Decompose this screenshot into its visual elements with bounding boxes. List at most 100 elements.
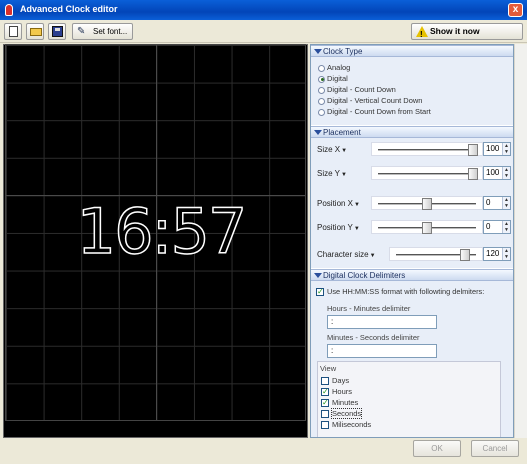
- view-title: View: [320, 364, 337, 373]
- hours-minutes-label: Hours - Minutes delimiter: [327, 304, 411, 313]
- size-y-value: 100: [486, 168, 500, 177]
- size-y-spinner[interactable]: 100 ▲ ▼: [483, 166, 511, 180]
- checkbox-label: Miliseconds: [332, 420, 372, 429]
- size-x-spinner[interactable]: 100 ▲ ▼: [483, 142, 511, 156]
- checkbox-seconds[interactable]: Seconds: [321, 408, 363, 419]
- radio-digital-count-down-from-start[interactable]: Digital - Count Down from Start: [318, 107, 431, 116]
- cancel-button[interactable]: Cancel: [471, 440, 519, 457]
- size-y-label[interactable]: Size Y▼: [317, 169, 347, 178]
- checkbox-miliseconds[interactable]: Miliseconds: [321, 420, 372, 430]
- slider-thumb[interactable]: [468, 168, 478, 180]
- clock-type-title: Clock Type: [323, 47, 363, 56]
- hours-minutes-input[interactable]: :: [327, 315, 437, 329]
- checkmark-icon: ✓: [321, 387, 329, 397]
- slider-thumb[interactable]: [422, 222, 432, 234]
- show-it-now-button[interactable]: Show it now: [411, 23, 523, 42]
- slider-thumb[interactable]: [460, 249, 470, 261]
- delimiters-section: Digital Clock Delimiters ✓ Use HH:MM:SS f…: [311, 269, 513, 437]
- settings-panel: Clock Type Analog Digital Digital - Coun…: [310, 44, 514, 438]
- collapse-arrow-icon: [314, 273, 322, 278]
- open-button[interactable]: [26, 23, 44, 40]
- checkmark-icon: ✓: [321, 398, 329, 408]
- ok-button[interactable]: OK: [413, 440, 461, 457]
- clock-type-section: Clock Type Analog Digital Digital - Coun…: [311, 45, 513, 125]
- delimiters-header[interactable]: Digital Clock Delimiters: [311, 269, 513, 281]
- set-font-label: Set font...: [93, 27, 128, 36]
- radio-circle-icon: [318, 97, 325, 105]
- size-y-slider[interactable]: [371, 166, 483, 180]
- radio-label: Analog: [327, 63, 351, 72]
- radio-circle-icon: [318, 75, 325, 83]
- radio-label: Digital: [327, 74, 348, 83]
- use-format-checkbox[interactable]: ✓ Use HH:MM:SS format with followting del…: [316, 287, 485, 297]
- dropdown-arrow-icon: ▼: [354, 202, 360, 208]
- position-x-slider[interactable]: [371, 196, 483, 210]
- checkbox-hours[interactable]: ✓ Hours: [321, 387, 353, 397]
- size-x-text: Size X: [317, 145, 341, 154]
- collapse-arrow-icon: [314, 49, 322, 54]
- checkbox-label: Seconds: [330, 408, 363, 419]
- spin-arrows-icon[interactable]: ▲ ▼: [502, 248, 510, 260]
- checkbox-icon: [321, 410, 329, 419]
- minutes-seconds-label: Minutes - Seconds delimiter: [327, 333, 420, 342]
- view-group: View Days ✓ Hours ✓ Minutes Seconds Milise…: [317, 361, 501, 437]
- radio-analog[interactable]: Analog: [318, 63, 350, 72]
- panel-scrollbar[interactable]: [514, 44, 527, 438]
- clock-time-display[interactable]: 16:57: [71, 196, 251, 268]
- placement-header[interactable]: Placement: [311, 126, 513, 138]
- checkbox-minutes[interactable]: ✓ Minutes: [321, 398, 358, 408]
- close-button[interactable]: x: [508, 3, 523, 17]
- collapse-arrow-icon: [314, 130, 322, 135]
- slider-thumb[interactable]: [422, 198, 432, 210]
- position-x-spinner[interactable]: 0 ▲ ▼: [483, 196, 511, 210]
- spin-arrows-icon[interactable]: ▲ ▼: [502, 143, 510, 155]
- size-x-label[interactable]: Size X▼: [317, 145, 347, 154]
- checkbox-label: Hours: [332, 387, 353, 396]
- minutes-seconds-input[interactable]: :: [327, 344, 437, 358]
- save-button[interactable]: [48, 23, 66, 40]
- size-x-slider[interactable]: [371, 142, 483, 156]
- spin-arrows-icon[interactable]: ▲ ▼: [502, 221, 510, 233]
- new-document-icon: [9, 26, 18, 37]
- floppy-icon: [52, 26, 63, 37]
- character-size-slider[interactable]: [389, 247, 483, 261]
- use-format-label: Use HH:MM:SS format with followting delm…: [327, 287, 485, 296]
- radio-circle-icon: [318, 108, 325, 116]
- position-y-slider[interactable]: [371, 220, 483, 234]
- position-y-value: 0: [486, 222, 491, 231]
- new-button[interactable]: [4, 23, 22, 40]
- position-x-label[interactable]: Position X▼: [317, 199, 360, 208]
- position-y-label[interactable]: Position Y▼: [317, 223, 360, 232]
- radio-digital[interactable]: Digital: [318, 74, 348, 83]
- show-it-now-label: Show it now: [430, 26, 480, 36]
- delimiters-title: Digital Clock Delimiters: [323, 271, 406, 280]
- spin-arrows-icon[interactable]: ▲ ▼: [502, 197, 510, 209]
- dropdown-arrow-icon: ▼: [341, 148, 348, 154]
- spin-arrows-icon[interactable]: ▲ ▼: [502, 167, 510, 179]
- checkbox-icon: [321, 377, 329, 386]
- checkbox-days[interactable]: Days: [321, 376, 350, 386]
- position-y-spinner[interactable]: 0 ▲ ▼: [483, 220, 511, 234]
- character-size-label[interactable]: Character size▼: [317, 250, 376, 259]
- checkbox-label: Days: [332, 376, 350, 385]
- character-size-value: 120: [486, 249, 500, 258]
- clock-type-header[interactable]: Clock Type: [311, 45, 513, 57]
- radio-label: Digital - Count Down from Start: [327, 107, 431, 116]
- title-bar: Advanced Clock editor x: [0, 0, 527, 20]
- radio-circle-icon: [318, 64, 325, 72]
- character-size-spinner[interactable]: 120 ▲ ▼: [483, 247, 511, 261]
- size-x-value: 100: [486, 144, 500, 153]
- dropdown-arrow-icon: ▼: [353, 226, 360, 232]
- radio-label: Digital - Count Down: [327, 85, 396, 94]
- position-x-text: Position X: [317, 199, 354, 208]
- slider-thumb[interactable]: [468, 144, 478, 156]
- radio-digital-count-down[interactable]: Digital - Count Down: [318, 85, 396, 94]
- position-x-value: 0: [486, 198, 491, 207]
- radio-label: Digital - Vertical Count Down: [327, 96, 423, 105]
- set-font-button[interactable]: ✎ Set font...: [72, 23, 133, 40]
- app-icon: [5, 4, 13, 16]
- radio-digital-vertical-count-down[interactable]: Digital - Vertical Count Down: [318, 96, 422, 105]
- checkbox-icon: [321, 421, 329, 430]
- folder-icon: [30, 28, 42, 36]
- placement-section: Placement Size X▼ 100 ▲ ▼ Size Y▼ 100 ▲ ▼ Po…: [311, 126, 513, 268]
